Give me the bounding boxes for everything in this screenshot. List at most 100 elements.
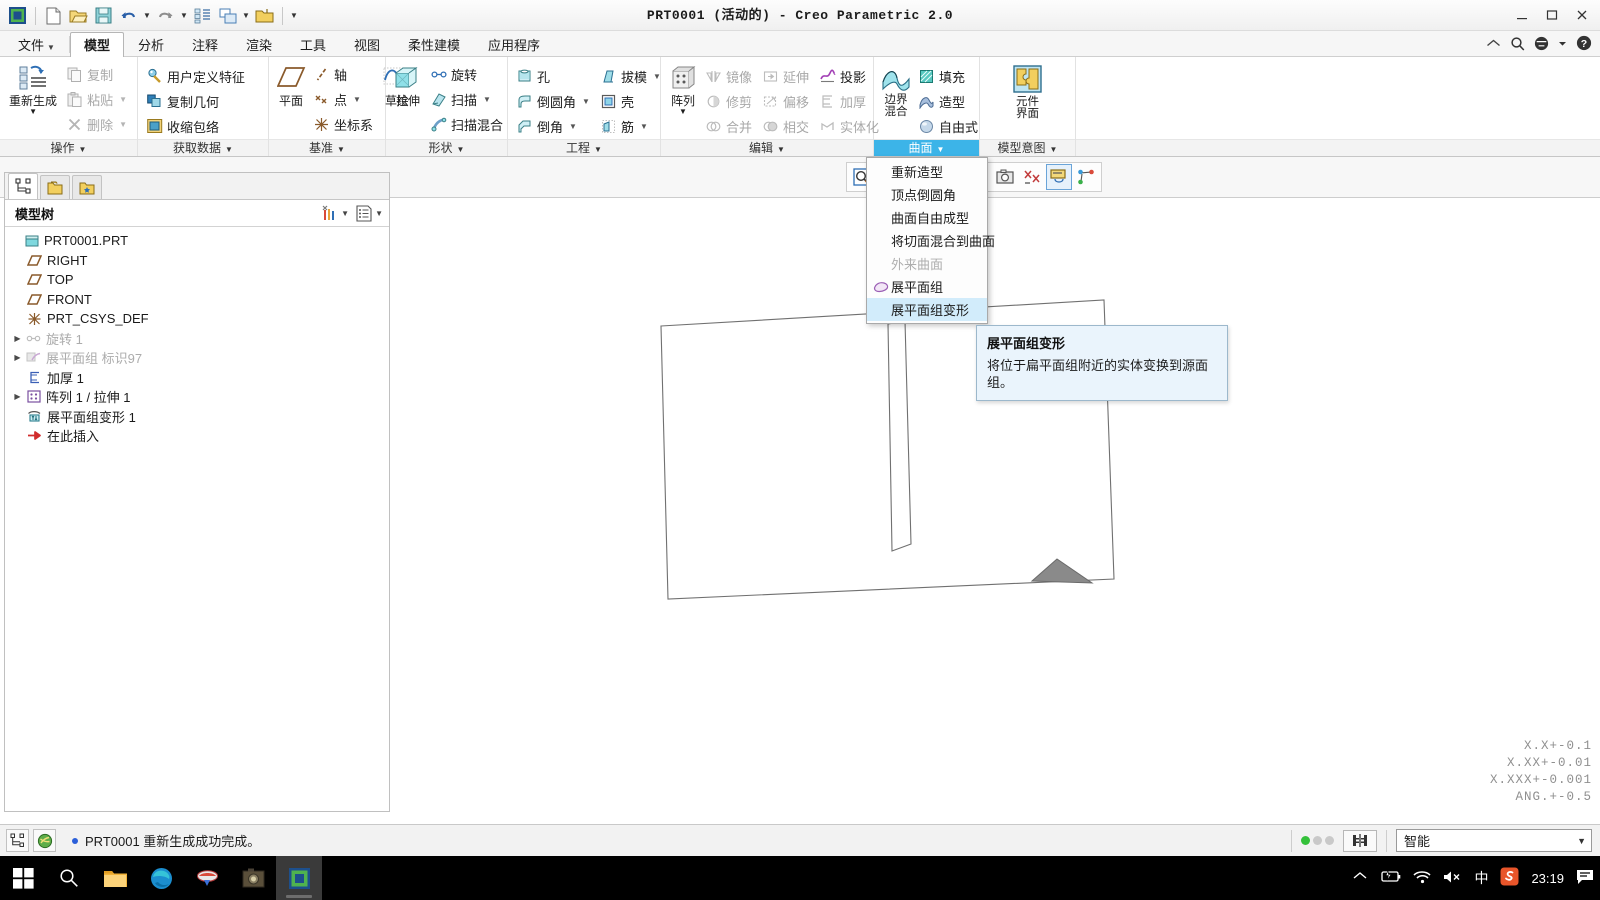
folder-browser-tab[interactable]: [40, 175, 70, 199]
photos-icon[interactable]: [230, 856, 276, 900]
tree-display-control[interactable]: ▼: [355, 204, 383, 222]
creo-app-icon[interactable]: [276, 856, 322, 900]
file-explorer-icon[interactable]: [92, 856, 138, 900]
tree-item-part[interactable]: PRT0001.PRT: [5, 231, 389, 251]
volume-muted-icon[interactable]: [1443, 870, 1462, 887]
chamfer-button[interactable]: 倒角 ▼: [513, 114, 595, 138]
mirror-button[interactable]: 镜像: [702, 64, 757, 88]
trim-button[interactable]: 修剪: [702, 89, 757, 113]
delete-button[interactable]: 删除 ▼: [63, 112, 132, 136]
start-button[interactable]: [0, 856, 46, 900]
tab-file[interactable]: 文件 ▼: [4, 32, 69, 57]
rib-button[interactable]: 筋 ▼: [597, 114, 666, 138]
tree-item-csys[interactable]: PRT_CSYS_DEF: [5, 309, 389, 329]
tree-filter-control[interactable]: ▼: [320, 204, 349, 222]
tree-expander[interactable]: ▶: [11, 392, 24, 401]
display-style-icon[interactable]: [1046, 164, 1072, 190]
shell-button[interactable]: 壳: [597, 89, 666, 113]
component-interface-button[interactable]: 元件 界面: [1000, 60, 1056, 123]
menu-item-restyle[interactable]: 重新造型: [867, 160, 987, 183]
selection-filter-dropdown[interactable]: 智能 ▼: [1396, 829, 1592, 852]
tree-expander[interactable]: ▶: [11, 334, 24, 343]
model-tree[interactable]: PRT0001.PRT RIGHT TOP FRONT PRT_CSYS_DEF…: [5, 227, 389, 810]
copy-button[interactable]: 复制: [63, 62, 132, 86]
extend-button[interactable]: 延伸: [759, 64, 814, 88]
menu-item-freeform-surface[interactable]: 曲面自由成型: [867, 206, 987, 229]
chevron-down-icon[interactable]: ▼: [29, 108, 37, 116]
saved-views-icon[interactable]: [1019, 164, 1045, 190]
boundary-blend-button[interactable]: 边界 混合: [879, 60, 913, 121]
notification-icon[interactable]: [1576, 869, 1594, 888]
taskbar-clock[interactable]: 23:19: [1531, 871, 1564, 886]
chevron-down-icon[interactable]: ▼: [569, 122, 577, 131]
chevron-down-icon[interactable]: ▼: [653, 72, 661, 81]
draft-button[interactable]: 拔模 ▼: [597, 64, 666, 88]
copy-geometry-button[interactable]: 复制几何: [143, 89, 250, 113]
help-icon[interactable]: ?: [1576, 35, 1592, 51]
ime-chinese-icon[interactable]: 中: [1474, 868, 1488, 888]
chevron-down-icon[interactable]: ▼: [353, 95, 361, 104]
search-icon[interactable]: [46, 856, 92, 900]
wifi-icon[interactable]: [1413, 870, 1432, 887]
help-center-icon[interactable]: [1534, 36, 1549, 51]
tab-render[interactable]: 渲染: [232, 32, 286, 57]
group-label-datum[interactable]: 基准 ▼: [269, 139, 385, 156]
offset-button[interactable]: 偏移: [759, 89, 814, 113]
group-label-model-intent[interactable]: 模型意图 ▼: [980, 139, 1075, 156]
hole-button[interactable]: 孔: [513, 64, 595, 88]
tab-model[interactable]: 模型: [69, 32, 124, 57]
tree-item-front-plane[interactable]: FRONT: [5, 290, 389, 310]
group-label-surfaces[interactable]: 曲面 ▼: [874, 139, 979, 156]
datum-csys-button[interactable]: 坐标系: [310, 112, 378, 136]
model-tree-toggle-icon[interactable]: [6, 829, 29, 852]
datum-plane-button[interactable]: 平面: [274, 60, 308, 111]
fill-button[interactable]: 填充: [915, 64, 983, 88]
tree-item-pattern-extrude[interactable]: ▶ 阵列 1 / 拉伸 1: [5, 387, 389, 407]
tree-item-flatten-quilt[interactable]: ▶ 展平面组 标识97: [5, 348, 389, 368]
tab-view[interactable]: 视图: [340, 32, 394, 57]
swept-blend-button[interactable]: 扫描混合: [427, 112, 508, 136]
tree-item-flatten-deform-1[interactable]: 展平面组变形 1: [5, 407, 389, 427]
model-tree-tab[interactable]: [8, 173, 38, 199]
group-label-shapes[interactable]: 形状 ▼: [386, 139, 507, 156]
menu-item-blend-tangent-to-surface[interactable]: 将切面混合到曲面: [867, 229, 995, 252]
graphics-canvas[interactable]: X.X+-0.1 X.XX+-0.01 X.XXX+-0.001 ANG.+-0…: [392, 199, 1600, 812]
sogou-input-icon[interactable]: [1500, 867, 1519, 889]
udf-button[interactable]: 用户定义特征: [143, 64, 250, 88]
chevron-down-icon[interactable]: ▼: [483, 95, 491, 104]
menu-item-flatten-quilt[interactable]: 展平面组: [867, 275, 987, 298]
style-button[interactable]: 造型: [915, 89, 983, 113]
chevron-down-icon[interactable]: ▼: [1577, 836, 1589, 846]
menu-item-vertex-round[interactable]: 顶点倒圆角: [867, 183, 987, 206]
tree-item-right-plane[interactable]: RIGHT: [5, 251, 389, 271]
close-button[interactable]: [1568, 4, 1596, 26]
wps-icon[interactable]: [184, 856, 230, 900]
search-tool-button[interactable]: [1343, 829, 1377, 852]
tab-applications[interactable]: 应用程序: [474, 32, 554, 57]
freestyle-button[interactable]: 自由式: [915, 114, 983, 138]
chevron-down-icon[interactable]: ▼: [341, 209, 349, 218]
favorites-tab[interactable]: [72, 175, 102, 199]
tree-item-insert-here[interactable]: 在此插入: [5, 426, 389, 446]
edge-browser-icon[interactable]: [138, 856, 184, 900]
extrude-button[interactable]: 拉伸: [391, 60, 425, 111]
group-label-get-data[interactable]: 获取数据 ▼: [138, 139, 268, 156]
regenerate-button[interactable]: 重新生成 ▼: [5, 60, 61, 118]
menu-item-flatten-quilt-deform[interactable]: 展平面组变形: [867, 298, 987, 321]
show-hidden-icons[interactable]: [1353, 871, 1367, 885]
chevron-down-icon[interactable]: ▼: [119, 120, 127, 129]
group-label-operations[interactable]: 操作 ▼: [0, 139, 137, 156]
tab-tools[interactable]: 工具: [286, 32, 340, 57]
chevron-down-icon[interactable]: ▼: [582, 97, 590, 106]
merge-button[interactable]: 合并: [702, 114, 757, 138]
datum-axis-button[interactable]: 轴: [310, 62, 378, 86]
minimize-button[interactable]: [1508, 4, 1536, 26]
chevron-down-icon[interactable]: ▼: [119, 95, 127, 104]
annotation-display-icon[interactable]: [992, 164, 1018, 190]
search-icon[interactable]: [1510, 36, 1525, 51]
tree-item-thicken-1[interactable]: 加厚 1: [5, 368, 389, 388]
group-label-editing[interactable]: 编辑 ▼: [661, 139, 873, 156]
maximize-button[interactable]: [1538, 4, 1566, 26]
group-label-engineering[interactable]: 工程 ▼: [508, 139, 660, 156]
tab-flexible-modeling[interactable]: 柔性建模: [394, 32, 474, 57]
